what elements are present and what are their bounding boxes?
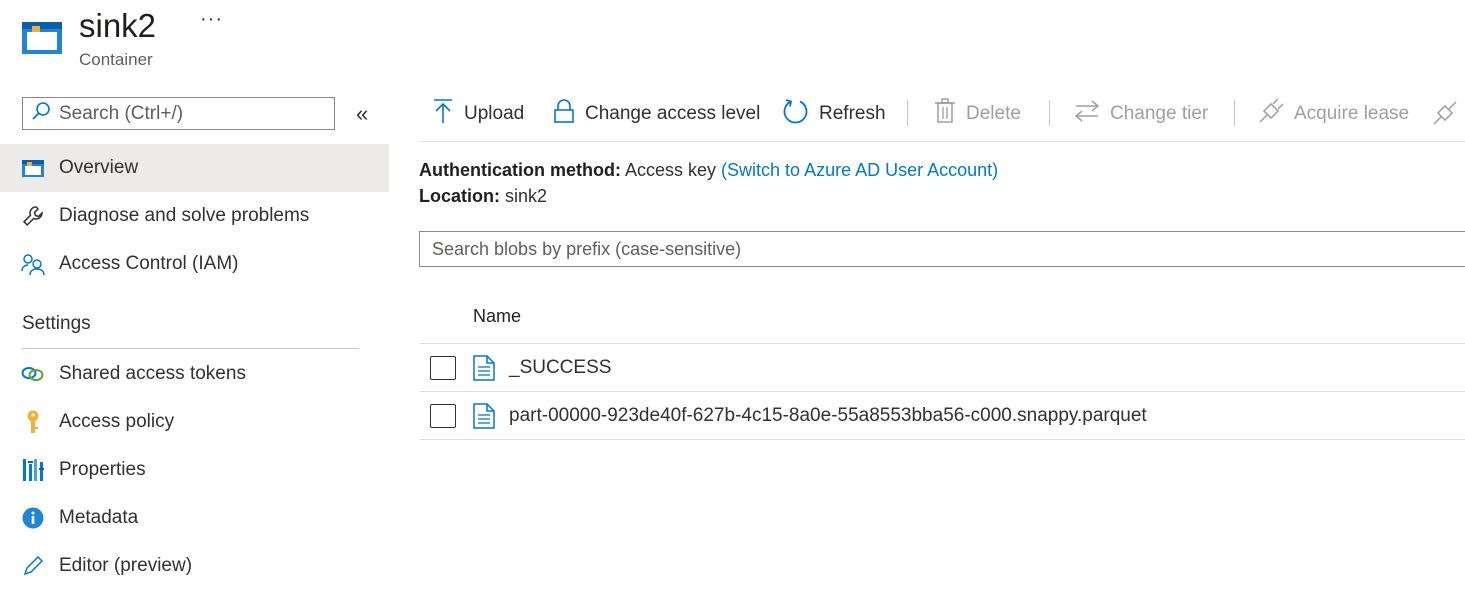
refresh-button[interactable]: Refresh — [783, 96, 886, 132]
location-info: Location: sink2 — [419, 186, 547, 207]
page-title: sink2 — [79, 7, 157, 44]
info-icon — [21, 506, 45, 530]
pencil-icon — [21, 554, 45, 578]
sidebar-item-diagnose[interactable]: Diagnose and solve problems — [0, 192, 389, 240]
sidebar-item-metadata[interactable]: Metadata — [0, 494, 389, 542]
collapse-sidebar-button[interactable]: « — [356, 101, 368, 127]
lock-icon — [553, 98, 575, 130]
link-icon — [21, 362, 45, 386]
sidebar-item-properties[interactable]: Properties — [0, 446, 389, 494]
auth-method-info: Authentication method: Access key (Switc… — [419, 160, 998, 181]
sidebar-item-shared-access-tokens[interactable]: Shared access tokens — [0, 350, 389, 398]
column-header-name[interactable]: Name — [473, 306, 521, 327]
key-icon — [21, 410, 45, 434]
container-icon — [22, 18, 64, 54]
file-name-link[interactable]: part-00000-923de40f-627b-4c15-8a0e-55a85… — [509, 405, 1147, 427]
sidebar-item-access-policy[interactable]: Access policy — [0, 398, 389, 446]
file-icon — [473, 355, 497, 381]
sidebar-item-iam[interactable]: Access Control (IAM) — [0, 240, 389, 288]
location-value: sink2 — [505, 186, 548, 206]
sidebar-item-label: Access Control (IAM) — [59, 253, 239, 274]
upload-button[interactable]: Upload — [432, 96, 524, 132]
plug-icon — [1258, 98, 1284, 130]
toolbar-divider — [1234, 100, 1235, 126]
auth-value: Access key — [625, 160, 717, 180]
change-access-level-button[interactable]: Change access level — [553, 96, 760, 132]
sidebar-item-label: Diagnose and solve problems — [59, 205, 310, 226]
toolbar-divider-line — [419, 141, 1465, 142]
more-options-button[interactable]: ··· — [200, 8, 223, 31]
search-input[interactable] — [59, 102, 319, 125]
switch-auth-link[interactable]: (Switch to Azure AD User Account) — [721, 160, 998, 180]
toolbar-divider — [907, 100, 908, 126]
acquire-lease-button[interactable]: Acquire lease — [1258, 96, 1409, 132]
auth-label: Authentication method: — [419, 160, 621, 180]
toolbar-divider — [1049, 100, 1050, 126]
blob-search-input[interactable] — [419, 231, 1465, 267]
swap-arrows-icon — [1074, 99, 1100, 129]
sidebar-item-label: Overview — [59, 157, 139, 178]
sidebar-item-label: Metadata — [59, 507, 139, 528]
sidebar-item-label: Editor (preview) — [59, 555, 193, 576]
search-icon — [31, 101, 51, 126]
refresh-icon — [783, 98, 809, 130]
bars-icon — [21, 458, 45, 482]
table-row[interactable]: _SUCCESS — [419, 344, 1465, 392]
file-icon — [473, 403, 497, 429]
break-lease-button[interactable] — [1432, 100, 1458, 131]
upload-icon — [432, 98, 454, 130]
sidebar-item-overview[interactable]: Overview — [0, 144, 389, 192]
row-checkbox[interactable] — [430, 356, 456, 380]
trash-icon — [934, 98, 956, 130]
container-icon — [21, 156, 45, 180]
page-subtitle: Container — [79, 50, 153, 69]
plug-icon — [1432, 101, 1458, 130]
row-divider — [419, 439, 1465, 440]
location-label: Location: — [419, 186, 500, 206]
section-divider — [22, 348, 359, 349]
table-row[interactable]: part-00000-923de40f-627b-4c15-8a0e-55a85… — [419, 392, 1465, 440]
sidebar-item-label: Shared access tokens — [59, 363, 246, 384]
sidebar-search[interactable] — [22, 97, 335, 130]
change-tier-button[interactable]: Change tier — [1074, 96, 1208, 132]
delete-button[interactable]: Delete — [934, 96, 1021, 132]
wrench-icon — [21, 204, 45, 228]
sidebar-item-label: Properties — [59, 459, 146, 480]
row-checkbox[interactable] — [430, 404, 456, 428]
people-icon — [21, 252, 45, 276]
settings-section-title: Settings — [22, 313, 91, 334]
sidebar-item-editor[interactable]: Editor (preview) — [0, 542, 389, 590]
file-name-link[interactable]: _SUCCESS — [509, 357, 611, 379]
sidebar-item-label: Access policy — [59, 411, 175, 432]
